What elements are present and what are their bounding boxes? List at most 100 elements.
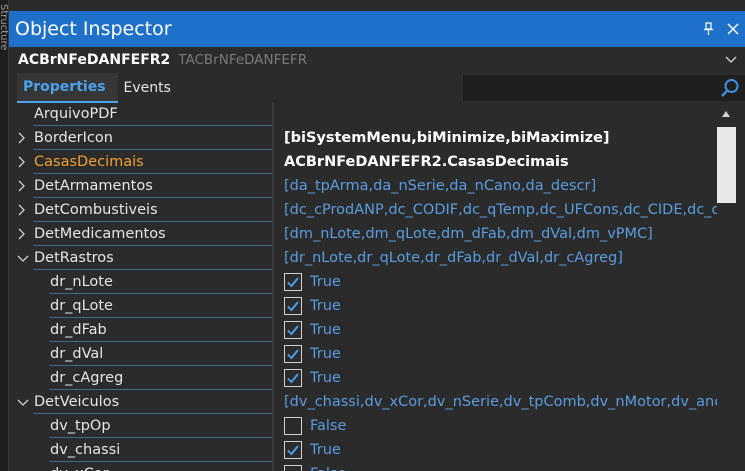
chevron-down-icon[interactable] <box>725 52 737 68</box>
property-row[interactable]: DetArmamentos [da_tpArma,da_nSerie,da_nCa… <box>9 175 736 199</box>
property-name-cell[interactable]: ArquivoPDF <box>9 103 272 127</box>
chevron-right-icon[interactable] <box>17 228 27 244</box>
property-value: True <box>310 370 341 386</box>
property-value-cell[interactable]: True <box>274 295 736 319</box>
property-name-cell[interactable]: dv_chassi <box>9 439 272 463</box>
checkmark-icon <box>287 277 299 288</box>
value-checkbox[interactable] <box>284 417 302 435</box>
property-value: True <box>310 274 341 290</box>
property-grid: ArquivoPDF BorderIcon [biSystemMenu,biMini… <box>9 103 736 471</box>
property-row[interactable]: CasasDecimais ACBrNFeDANFEFR2.CasasDecima… <box>9 151 736 175</box>
property-name-cell[interactable]: DetRastros <box>9 247 272 271</box>
property-value-cell[interactable]: False <box>274 463 736 471</box>
property-name: CasasDecimais <box>34 154 144 170</box>
property-name-cell[interactable]: dv_tpOp <box>9 415 272 439</box>
property-name: dr_nLote <box>50 274 113 290</box>
property-name: ArquivoPDF <box>34 106 118 122</box>
property-row[interactable]: dr_nLote True <box>9 271 736 295</box>
property-name-cell[interactable]: BorderIcon <box>9 127 272 151</box>
search-input[interactable] <box>464 76 714 98</box>
value-checkbox[interactable] <box>284 369 302 387</box>
property-value: ACBrNFeDANFEFR2.CasasDecimais <box>284 154 569 170</box>
property-row[interactable]: dr_dFab True <box>9 319 736 343</box>
title-bar[interactable]: Object Inspector <box>9 11 745 47</box>
property-value: [dc_cProdANP,dc_CODIF,dc_qTemp,dc_UFCons… <box>284 202 736 218</box>
property-row[interactable]: dv_xCor False <box>9 463 736 471</box>
property-row[interactable]: DetMedicamentos [dm_nLote,dm_qLote,dm_dFa… <box>9 223 736 247</box>
checkmark-icon <box>287 349 299 360</box>
property-value-cell[interactable]: True <box>274 271 736 295</box>
search-icon[interactable] <box>720 78 740 102</box>
search-box[interactable] <box>463 75 745 101</box>
property-value-cell[interactable]: True <box>274 367 736 391</box>
property-row[interactable]: dr_dVal True <box>9 343 736 367</box>
property-value-cell[interactable]: [dr_nLote,dr_qLote,dr_dFab,dr_dVal,dr_cA… <box>274 247 736 271</box>
close-icon[interactable] <box>721 17 745 41</box>
value-checkbox[interactable] <box>284 465 302 471</box>
property-name-cell[interactable]: DetArmamentos <box>9 175 272 199</box>
row-underline <box>49 341 272 342</box>
row-underline <box>33 413 272 414</box>
row-underline <box>49 317 272 318</box>
tab-events[interactable]: Events <box>118 73 183 103</box>
property-name-cell[interactable]: DetVeiculos <box>9 391 272 415</box>
property-name: DetCombustiveis <box>34 202 158 218</box>
property-name-cell[interactable]: dv_xCor <box>9 463 272 471</box>
chevron-right-icon[interactable] <box>17 156 27 172</box>
property-value: [dm_nLote,dm_qLote,dm_dFab,dm_dVal,dm_vP… <box>284 226 653 242</box>
value-checkbox[interactable] <box>284 273 302 291</box>
tab-properties[interactable]: Properties <box>17 73 118 103</box>
pin-icon[interactable] <box>697 17 721 41</box>
property-row[interactable]: dv_chassi True <box>9 439 736 463</box>
property-name-cell[interactable]: dr_dVal <box>9 343 272 367</box>
chevron-right-icon[interactable] <box>17 204 27 220</box>
property-row[interactable]: DetCombustiveis [dc_cProdANP,dc_CODIF,dc_… <box>9 199 736 223</box>
chevron-right-icon[interactable] <box>17 132 27 148</box>
property-row[interactable]: BorderIcon [biSystemMenu,biMinimize,biMax… <box>9 127 736 151</box>
property-value-cell[interactable]: ACBrNFeDANFEFR2.CasasDecimais <box>274 151 736 175</box>
property-value-cell[interactable]: True <box>274 439 736 463</box>
property-value: [da_tpArma,da_nSerie,da_nCano,da_descr] <box>284 178 597 194</box>
property-name: BorderIcon <box>34 130 113 146</box>
property-value: True <box>310 346 341 362</box>
property-name-cell[interactable]: dr_qLote <box>9 295 272 319</box>
value-checkbox[interactable] <box>284 441 302 459</box>
value-checkbox[interactable] <box>284 297 302 315</box>
property-value: [dv_chassi,dv_xCor,dv_nSerie,dv_tpComb,d… <box>284 394 736 410</box>
vertical-scrollbar[interactable] <box>717 103 736 471</box>
structure-side-panel[interactable]: Structure <box>0 0 9 471</box>
row-underline <box>33 173 272 174</box>
value-checkbox[interactable] <box>284 345 302 363</box>
property-row[interactable]: DetRastros [dr_nLote,dr_qLote,dr_dFab,dr_… <box>9 247 736 271</box>
chevron-down-icon[interactable] <box>17 396 29 412</box>
property-value-cell[interactable]: [dm_nLote,dm_qLote,dm_dFab,dm_dVal,dm_vP… <box>274 223 736 247</box>
property-value-cell[interactable] <box>274 103 736 127</box>
checkmark-icon <box>287 373 299 384</box>
property-name-cell[interactable]: dr_nLote <box>9 271 272 295</box>
property-value-cell[interactable]: False <box>274 415 736 439</box>
property-name-cell[interactable]: dr_cAgreg <box>9 367 272 391</box>
property-row[interactable]: dv_tpOp False <box>9 415 736 439</box>
property-row[interactable]: dr_cAgreg True <box>9 367 736 391</box>
value-checkbox[interactable] <box>284 321 302 339</box>
property-name: DetMedicamentos <box>34 226 166 242</box>
property-row[interactable]: ArquivoPDF <box>9 103 736 127</box>
chevron-right-icon[interactable] <box>17 180 27 196</box>
object-selector[interactable]: ACBrNFeDANFEFR2 TACBrNFeDANFEFR <box>9 47 745 73</box>
chevron-down-icon[interactable] <box>17 252 29 268</box>
property-value-cell[interactable]: [dv_chassi,dv_xCor,dv_nSerie,dv_tpComb,d… <box>274 391 736 415</box>
property-value-cell[interactable]: [biSystemMenu,biMinimize,biMaximize] <box>274 127 736 151</box>
scroll-up-icon[interactable] <box>721 106 731 122</box>
property-row[interactable]: dr_qLote True <box>9 295 736 319</box>
property-name-cell[interactable]: dr_dFab <box>9 319 272 343</box>
row-underline <box>33 245 272 246</box>
scrollbar-thumb[interactable] <box>717 127 736 203</box>
property-value-cell[interactable]: True <box>274 343 736 367</box>
property-value-cell[interactable]: True <box>274 319 736 343</box>
property-name-cell[interactable]: DetCombustiveis <box>9 199 272 223</box>
property-name-cell[interactable]: DetMedicamentos <box>9 223 272 247</box>
property-name-cell[interactable]: CasasDecimais <box>9 151 272 175</box>
property-value-cell[interactable]: [da_tpArma,da_nSerie,da_nCano,da_descr] <box>274 175 736 199</box>
property-row[interactable]: DetVeiculos [dv_chassi,dv_xCor,dv_nSerie,… <box>9 391 736 415</box>
property-value-cell[interactable]: [dc_cProdANP,dc_CODIF,dc_qTemp,dc_UFCons… <box>274 199 736 223</box>
